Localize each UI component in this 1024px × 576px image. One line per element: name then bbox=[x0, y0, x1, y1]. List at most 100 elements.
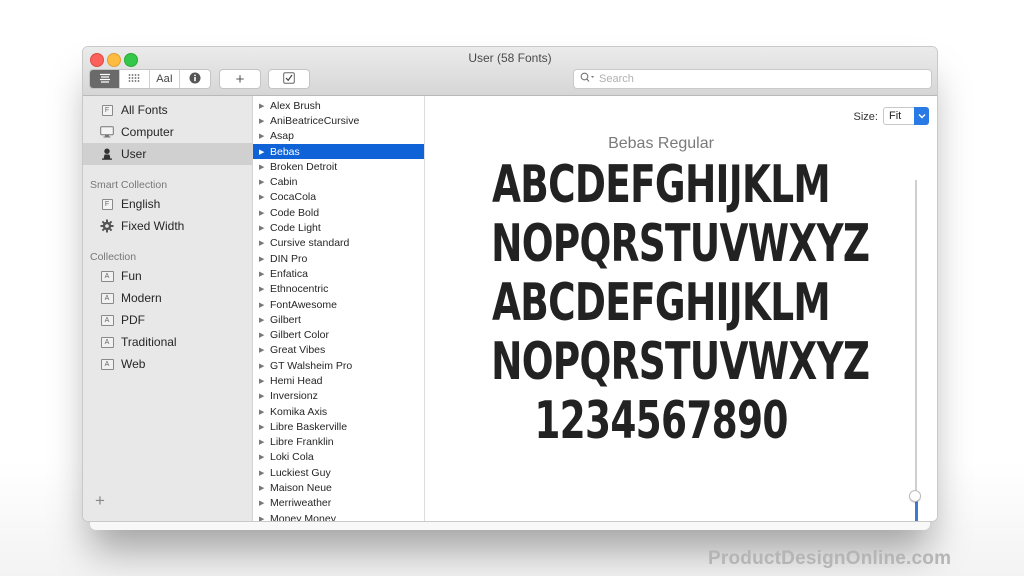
font-list-item-label: AniBeatriceCursive bbox=[270, 114, 360, 127]
disclosure-triangle-icon[interactable]: ▶ bbox=[259, 301, 265, 309]
font-list-item-label: Inversionz bbox=[270, 390, 318, 403]
info-view-button[interactable] bbox=[180, 70, 210, 88]
disclosure-triangle-icon[interactable]: ▶ bbox=[259, 209, 265, 217]
sidebar-item-fixed-width[interactable]: Fixed Width bbox=[83, 215, 252, 237]
disclosure-triangle-icon[interactable]: ▶ bbox=[259, 270, 265, 278]
font-list-item[interactable]: ▶ Loki Cola bbox=[253, 450, 424, 465]
disclosure-triangle-icon[interactable]: ▶ bbox=[259, 224, 265, 232]
sidebar-item-label: PDF bbox=[121, 313, 145, 327]
collection-icon: A bbox=[100, 269, 114, 283]
sidebar-item-traditional[interactable]: A Traditional bbox=[83, 331, 252, 353]
search-field[interactable] bbox=[573, 69, 932, 89]
font-list-item[interactable]: ▶ Alex Brush bbox=[253, 98, 424, 113]
disclosure-triangle-icon[interactable]: ▶ bbox=[259, 148, 265, 156]
font-list-item[interactable]: ▶ Code Bold bbox=[253, 205, 424, 220]
font-list-item-label: Code Bold bbox=[270, 206, 320, 219]
disclosure-triangle-icon[interactable]: ▶ bbox=[259, 469, 265, 477]
size-slider-track[interactable] bbox=[915, 180, 917, 521]
grid-icon bbox=[128, 73, 141, 86]
disclosure-triangle-icon[interactable]: ▶ bbox=[259, 132, 265, 140]
grid-view-button[interactable] bbox=[120, 70, 150, 88]
sidebar-item-label: English bbox=[121, 197, 161, 211]
font-list-item-label: Ethnocentric bbox=[270, 283, 329, 296]
disclosure-triangle-icon[interactable]: ▶ bbox=[259, 239, 265, 247]
font-list-item[interactable]: ▶ Bebas bbox=[253, 143, 424, 160]
sample-view-button[interactable]: AaI bbox=[150, 70, 180, 88]
disclosure-triangle-icon[interactable]: ▶ bbox=[259, 178, 265, 186]
search-input[interactable] bbox=[599, 73, 899, 85]
font-list-item-label: Cabin bbox=[270, 176, 298, 189]
font-list-item-label: Komika Axis bbox=[270, 405, 328, 418]
font-list-item[interactable]: ▶ Merriweather bbox=[253, 496, 424, 511]
font-list-item-label: CocaCola bbox=[270, 191, 317, 204]
disclosure-triangle-icon[interactable]: ▶ bbox=[259, 377, 265, 385]
font-list-item[interactable]: ▶ CocaCola bbox=[253, 190, 424, 205]
font-list-item[interactable]: ▶ Luckiest Guy bbox=[253, 465, 424, 480]
font-list-item[interactable]: ▶ Broken Detroit bbox=[253, 159, 424, 174]
disclosure-triangle-icon[interactable]: ▶ bbox=[259, 316, 265, 324]
disclosure-triangle-icon[interactable]: ▶ bbox=[259, 392, 265, 400]
font-list-item[interactable]: ▶ Libre Franklin bbox=[253, 435, 424, 450]
sidebar-item-web[interactable]: A Web bbox=[83, 353, 252, 375]
disclosure-triangle-icon[interactable]: ▶ bbox=[259, 499, 265, 507]
sidebar-item-user[interactable]: User bbox=[83, 143, 252, 165]
font-list-item[interactable]: ▶ DIN Pro bbox=[253, 251, 424, 266]
sample-line: NOPQRSTUVWXYZ bbox=[491, 332, 870, 392]
font-list-item[interactable]: ▶ Ethnocentric bbox=[253, 282, 424, 297]
font-list-item[interactable]: ▶ Cabin bbox=[253, 174, 424, 189]
sidebar-item-label: Traditional bbox=[121, 335, 177, 349]
disclosure-triangle-icon[interactable]: ▶ bbox=[259, 193, 265, 201]
sidebar-item-fun[interactable]: A Fun bbox=[83, 265, 252, 287]
size-slider-knob[interactable] bbox=[909, 490, 921, 503]
validate-font-button[interactable] bbox=[268, 69, 310, 89]
font-list-item[interactable]: ▶ Komika Axis bbox=[253, 404, 424, 419]
sidebar-item-computer[interactable]: Computer bbox=[83, 121, 252, 143]
font-list-item[interactable]: ▶ FontAwesome bbox=[253, 297, 424, 312]
user-icon bbox=[100, 147, 114, 161]
font-list-item[interactable]: ▶ Money Money bbox=[253, 511, 424, 521]
font-list-item[interactable]: ▶ Gilbert bbox=[253, 312, 424, 327]
disclosure-triangle-icon[interactable]: ▶ bbox=[259, 408, 265, 416]
disclosure-triangle-icon[interactable]: ▶ bbox=[259, 346, 265, 354]
info-icon bbox=[189, 72, 201, 87]
title-bar: User (58 Fonts) AaI + bbox=[83, 47, 937, 96]
font-list-item[interactable]: ▶ Great Vibes bbox=[253, 343, 424, 358]
disclosure-triangle-icon[interactable]: ▶ bbox=[259, 331, 265, 339]
disclosure-triangle-icon[interactable]: ▶ bbox=[259, 423, 265, 431]
font-list-item-label: Gilbert Color bbox=[270, 329, 329, 342]
disclosure-triangle-icon[interactable]: ▶ bbox=[259, 453, 265, 461]
list-icon bbox=[99, 73, 111, 86]
list-view-button[interactable] bbox=[90, 70, 120, 88]
sidebar-item-english[interactable]: F English bbox=[83, 193, 252, 215]
font-list-item[interactable]: ▶ Asap bbox=[253, 129, 424, 144]
disclosure-triangle-icon[interactable]: ▶ bbox=[259, 438, 265, 446]
disclosure-triangle-icon[interactable]: ▶ bbox=[259, 515, 265, 521]
font-list-item[interactable]: ▶ Inversionz bbox=[253, 389, 424, 404]
font-list-item[interactable]: ▶ Enfatica bbox=[253, 266, 424, 281]
sidebar-item-all-fonts[interactable]: F All Fonts bbox=[83, 99, 252, 121]
sidebar-item-pdf[interactable]: A PDF bbox=[83, 309, 252, 331]
add-font-button[interactable]: + bbox=[219, 69, 261, 89]
font-list-item[interactable]: ▶ GT Walsheim Pro bbox=[253, 358, 424, 373]
font-list-item[interactable]: ▶ Cursive standard bbox=[253, 236, 424, 251]
collection-icon: A bbox=[100, 335, 114, 349]
font-list-item[interactable]: ▶ Libre Baskerville bbox=[253, 419, 424, 434]
window-title: User (58 Fonts) bbox=[468, 51, 552, 65]
disclosure-triangle-icon[interactable]: ▶ bbox=[259, 255, 265, 263]
disclosure-triangle-icon[interactable]: ▶ bbox=[259, 102, 265, 110]
disclosure-triangle-icon[interactable]: ▶ bbox=[259, 163, 265, 171]
gear-icon bbox=[100, 219, 114, 233]
disclosure-triangle-icon[interactable]: ▶ bbox=[259, 285, 265, 293]
add-collection-button[interactable]: + bbox=[95, 491, 105, 511]
font-list-item[interactable]: ▶ Hemi Head bbox=[253, 373, 424, 388]
disclosure-triangle-icon[interactable]: ▶ bbox=[259, 484, 265, 492]
sidebar-item-modern[interactable]: A Modern bbox=[83, 287, 252, 309]
font-list-item[interactable]: ▶ Code Light bbox=[253, 220, 424, 235]
disclosure-triangle-icon[interactable]: ▶ bbox=[259, 362, 265, 370]
size-select[interactable]: Fit bbox=[883, 107, 929, 125]
font-list-item[interactable]: ▶ Maison Neue bbox=[253, 480, 424, 495]
font-list-item[interactable]: ▶ Gilbert Color bbox=[253, 327, 424, 342]
sidebar-item-label: Fun bbox=[121, 269, 142, 283]
font-list-item[interactable]: ▶ AniBeatriceCursive bbox=[253, 113, 424, 128]
disclosure-triangle-icon[interactable]: ▶ bbox=[259, 117, 265, 125]
